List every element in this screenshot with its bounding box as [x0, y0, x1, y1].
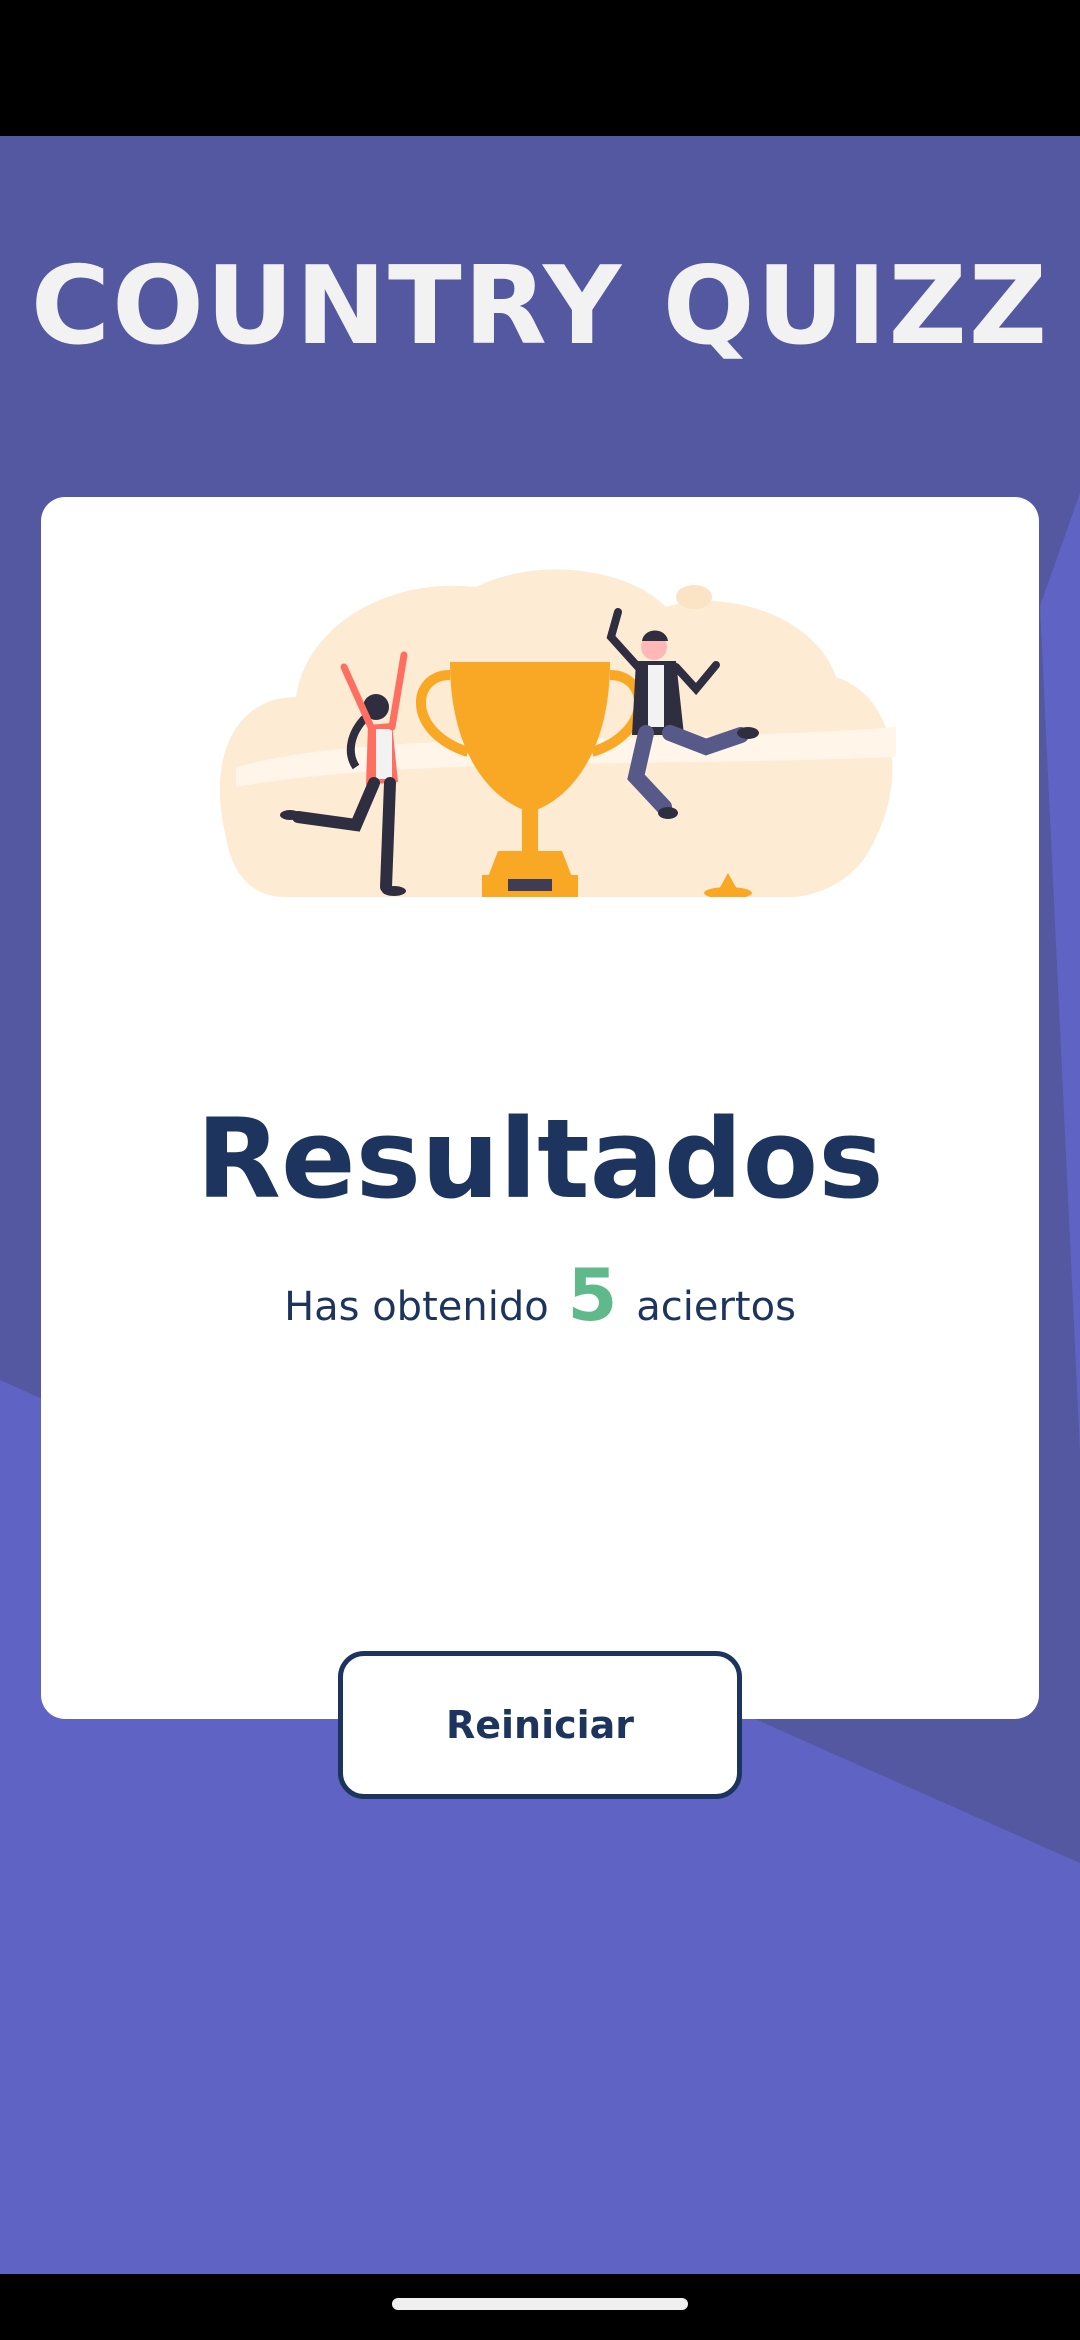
status-bar — [0, 0, 1080, 136]
score-value: 5 — [567, 1253, 618, 1337]
app-title: COUNTRY QUIZZ — [30, 244, 1050, 369]
app-screen: COUNTRY QUIZZ Resultados Has obtenido 5 … — [0, 136, 1080, 2274]
score-prefix: Has obtenido — [284, 1284, 549, 1330]
navigation-bar — [0, 2274, 1080, 2340]
home-handle[interactable] — [392, 2298, 688, 2310]
results-heading: Resultados — [196, 1095, 884, 1223]
restart-button[interactable]: Reiniciar — [338, 1651, 742, 1799]
score-suffix: aciertos — [636, 1284, 796, 1330]
results-card: Resultados Has obtenido 5 aciertos Reini… — [41, 497, 1039, 1799]
score-summary: Has obtenido 5 aciertos — [41, 1253, 1039, 1337]
trophy-celebration-illustration — [219, 569, 896, 897]
